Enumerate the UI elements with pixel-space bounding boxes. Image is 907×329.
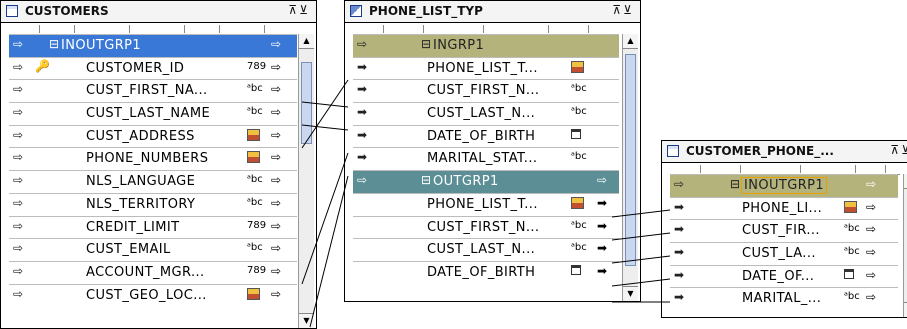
connector-line	[301, 152, 349, 285]
connector-lines	[301, 79, 671, 328]
connector-line	[611, 232, 671, 241]
connector-line	[611, 255, 671, 264]
connector-line	[301, 79, 349, 149]
connector-line	[309, 175, 349, 328]
connector-line	[611, 278, 671, 287]
connector-line	[301, 101, 349, 108]
connector-line	[611, 209, 671, 218]
connector-line	[301, 124, 349, 131]
